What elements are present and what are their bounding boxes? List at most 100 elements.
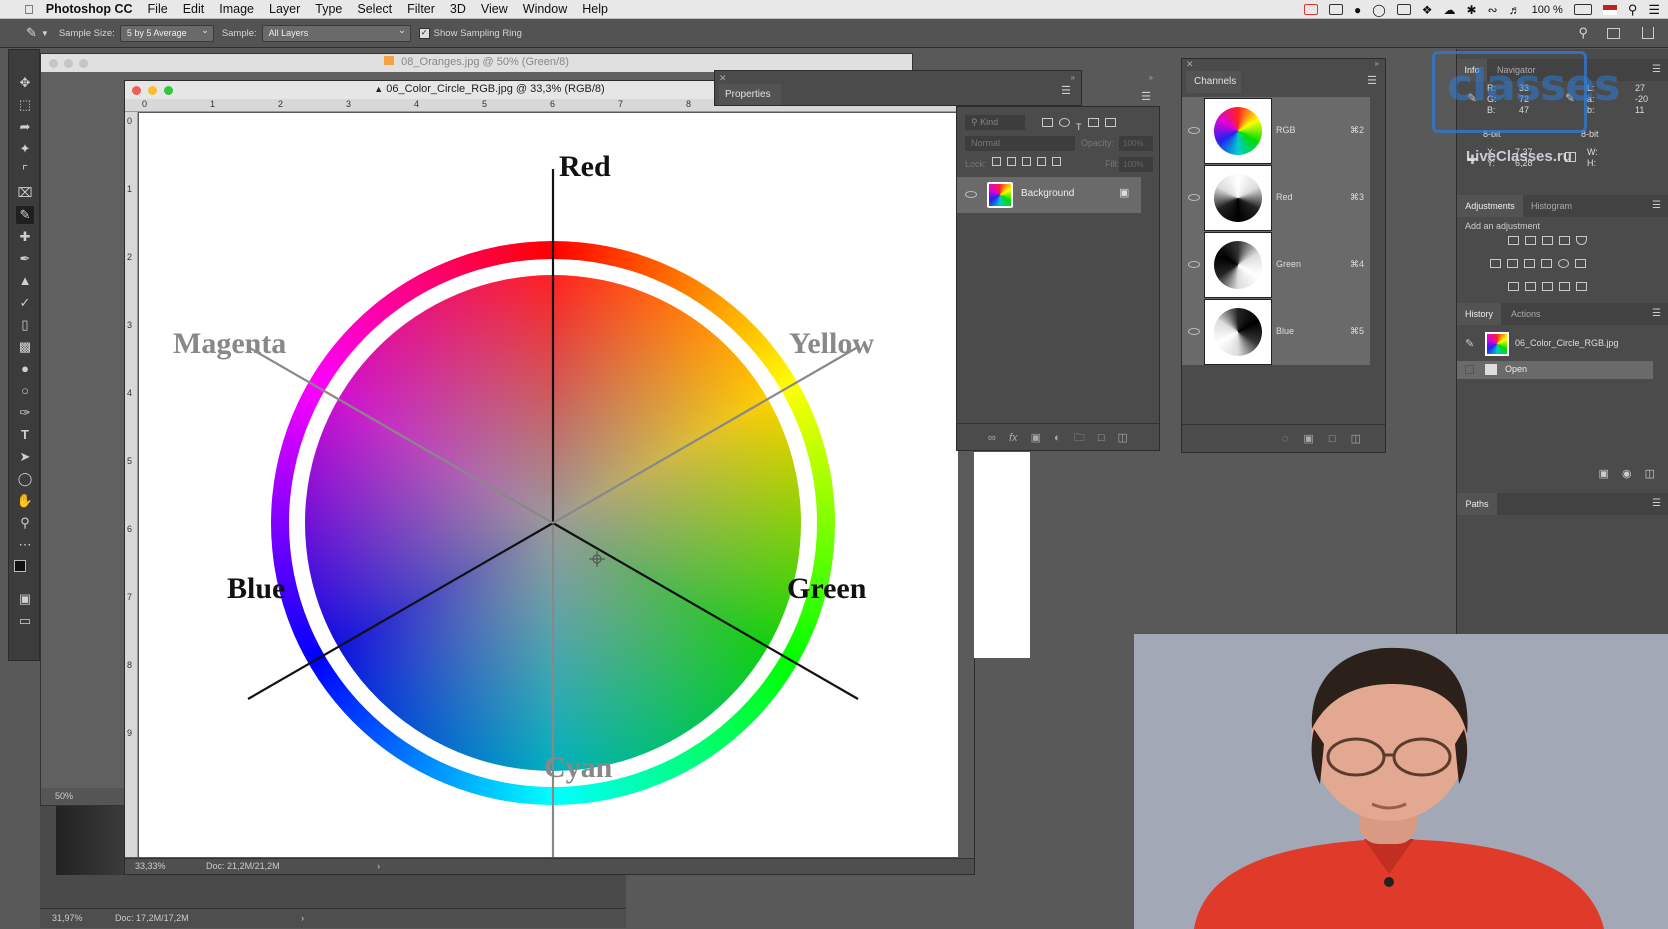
- maximize-button[interactable]: [164, 86, 173, 95]
- close-button[interactable]: [132, 86, 141, 95]
- vibrance-icon[interactable]: [1576, 236, 1587, 245]
- more-tools-icon[interactable]: ⋯: [16, 536, 34, 554]
- history-brush-source-icon[interactable]: ✎: [1465, 337, 1474, 350]
- posterize-icon[interactable]: [1525, 282, 1536, 291]
- add-mask-icon[interactable]: ▣: [1031, 432, 1041, 444]
- dodge-tool-icon[interactable]: ○: [16, 382, 34, 400]
- visibility-eye-icon[interactable]: [1188, 261, 1200, 268]
- foreground-color-swatch[interactable]: [14, 560, 26, 572]
- lock-transparent-icon[interactable]: [992, 157, 1001, 166]
- menu-help[interactable]: Help: [582, 2, 608, 16]
- lock-pixels-icon[interactable]: [1007, 157, 1016, 166]
- cloud-icon[interactable]: ☁: [1443, 3, 1455, 17]
- blend-mode-select[interactable]: Normal: [965, 136, 1075, 151]
- channel-row-red[interactable]: Red ⌘3: [1182, 164, 1370, 231]
- wifi-icon[interactable]: ∾: [1488, 3, 1498, 17]
- tab-actions[interactable]: Actions: [1511, 303, 1541, 325]
- opacity-input[interactable]: 100%: [1119, 136, 1153, 151]
- show-sampling-ring-checkbox[interactable]: ✓: [418, 27, 430, 39]
- zoom-level-oranges[interactable]: 50%: [41, 788, 131, 805]
- lasso-tool-icon[interactable]: ➦: [16, 118, 34, 136]
- history-brush-tool-icon[interactable]: ✓: [16, 294, 34, 312]
- collapse-icon[interactable]: »: [1375, 59, 1379, 68]
- brush-tool-icon[interactable]: ✒: [16, 250, 34, 268]
- menu-select[interactable]: Select: [357, 2, 392, 16]
- tab-adjustments[interactable]: Adjustments: [1457, 195, 1523, 217]
- quick-mask-icon[interactable]: ▣: [16, 590, 34, 608]
- display-icon[interactable]: [1329, 4, 1344, 15]
- creative-cloud-icon[interactable]: ●: [1354, 3, 1361, 17]
- tab-histogram[interactable]: Histogram: [1531, 195, 1572, 217]
- camera-icon[interactable]: ◉: [1622, 468, 1632, 480]
- pixel-filter-icon[interactable]: [1042, 118, 1053, 127]
- panel-menu-icon[interactable]: ☰: [1652, 308, 1661, 319]
- new-adjustment-layer-icon[interactable]: ◐: [1054, 432, 1061, 444]
- channel-row-rgb[interactable]: RGB ⌘2: [1182, 97, 1370, 164]
- channel-mixer-icon[interactable]: [1558, 259, 1569, 268]
- flag-icon[interactable]: [1602, 4, 1617, 15]
- save-selection-icon[interactable]: ▣: [1303, 433, 1313, 445]
- menu-window[interactable]: Window: [523, 2, 567, 16]
- menu-file[interactable]: File: [148, 2, 168, 16]
- visibility-eye-icon[interactable]: [1188, 328, 1200, 335]
- lock-position-icon[interactable]: [1022, 157, 1031, 166]
- close-icon[interactable]: ✕: [719, 73, 727, 84]
- delete-state-icon[interactable]: ◫: [1645, 468, 1655, 480]
- healing-brush-tool-icon[interactable]: ✚: [16, 228, 34, 246]
- exposure-icon[interactable]: [1559, 236, 1570, 245]
- zoom-level-bg-doc[interactable]: 31,97%: [52, 913, 83, 923]
- panel-menu-icon[interactable]: ☰: [1141, 90, 1151, 103]
- menu-layer[interactable]: Layer: [269, 2, 300, 16]
- threshold-icon[interactable]: [1542, 282, 1553, 291]
- frame-tool-icon[interactable]: ⌧: [16, 184, 34, 202]
- panel-menu-icon[interactable]: ☰: [1652, 200, 1661, 211]
- status-arrow-icon[interactable]: ›: [301, 913, 304, 923]
- visibility-eye-icon[interactable]: [1188, 127, 1200, 134]
- lock-artboard-icon[interactable]: [1037, 157, 1046, 166]
- menu-view[interactable]: View: [481, 2, 508, 16]
- apple-icon[interactable]: : [24, 2, 34, 17]
- sample-size-select[interactable]: 5 by 5 Average: [119, 23, 214, 42]
- blur-tool-icon[interactable]: ●: [16, 360, 34, 378]
- menu-app-name[interactable]: Photoshop CC: [46, 2, 133, 16]
- ellipse-tool-icon[interactable]: ◯: [16, 470, 34, 488]
- fx-icon[interactable]: fx: [1009, 432, 1018, 444]
- eyedropper-tool-icon[interactable]: ✎: [16, 206, 34, 224]
- eraser-tool-icon[interactable]: ▯: [16, 316, 34, 334]
- gradient-map-icon[interactable]: [1576, 282, 1587, 291]
- new-group-icon[interactable]: 🗀: [1074, 432, 1085, 444]
- black-white-icon[interactable]: [1524, 259, 1535, 268]
- delete-layer-icon[interactable]: ◫: [1118, 432, 1128, 444]
- path-selection-tool-icon[interactable]: ➤: [16, 448, 34, 466]
- panel-menu-icon[interactable]: ☰: [1367, 74, 1377, 87]
- zoom-tool-icon[interactable]: ⚲: [16, 514, 34, 532]
- close-icon[interactable]: ✕: [1186, 59, 1194, 70]
- eyedropper-preset-icon[interactable]: ✎: [26, 25, 37, 41]
- battery-icon[interactable]: [1573, 4, 1592, 15]
- tab-history[interactable]: History: [1457, 303, 1501, 325]
- dropbox-icon[interactable]: ❖: [1422, 3, 1433, 17]
- load-selection-icon[interactable]: ◌: [1282, 433, 1289, 445]
- history-snapshot-row[interactable]: ✎ 06_Color_Circle_RGB.jpg: [1457, 329, 1653, 359]
- marquee-tool-icon[interactable]: ⬚: [16, 96, 34, 114]
- search-icon[interactable]: ⚲: [1578, 25, 1588, 41]
- share-icon[interactable]: [1642, 27, 1654, 39]
- tab-paths[interactable]: Paths: [1457, 493, 1497, 515]
- minimize-button[interactable]: [148, 86, 157, 95]
- sample-select[interactable]: All Layers: [261, 23, 411, 42]
- gradient-tool-icon[interactable]: ▩: [16, 338, 34, 356]
- history-step-checkbox[interactable]: [1465, 365, 1474, 374]
- workspace-icon[interactable]: [1607, 27, 1620, 39]
- visibility-eye-icon[interactable]: [965, 191, 977, 198]
- screen-mode-icon[interactable]: ▭: [16, 612, 34, 630]
- levels-icon[interactable]: [1525, 236, 1536, 245]
- lock-all-icon[interactable]: [1052, 157, 1061, 166]
- panel-menu-icon[interactable]: ☰: [1652, 64, 1661, 75]
- color-balance-icon[interactable]: [1507, 259, 1518, 268]
- stamp-tool-icon[interactable]: ▲: [16, 272, 34, 290]
- status-arrow-icon[interactable]: ›: [377, 861, 380, 871]
- adjustment-filter-icon[interactable]: [1059, 118, 1070, 127]
- volume-icon[interactable]: ♬: [1509, 3, 1521, 17]
- hand-tool-icon[interactable]: ✋: [16, 492, 34, 510]
- document-canvas[interactable]: Red Yellow Green Cyan Blue Magenta: [139, 113, 958, 857]
